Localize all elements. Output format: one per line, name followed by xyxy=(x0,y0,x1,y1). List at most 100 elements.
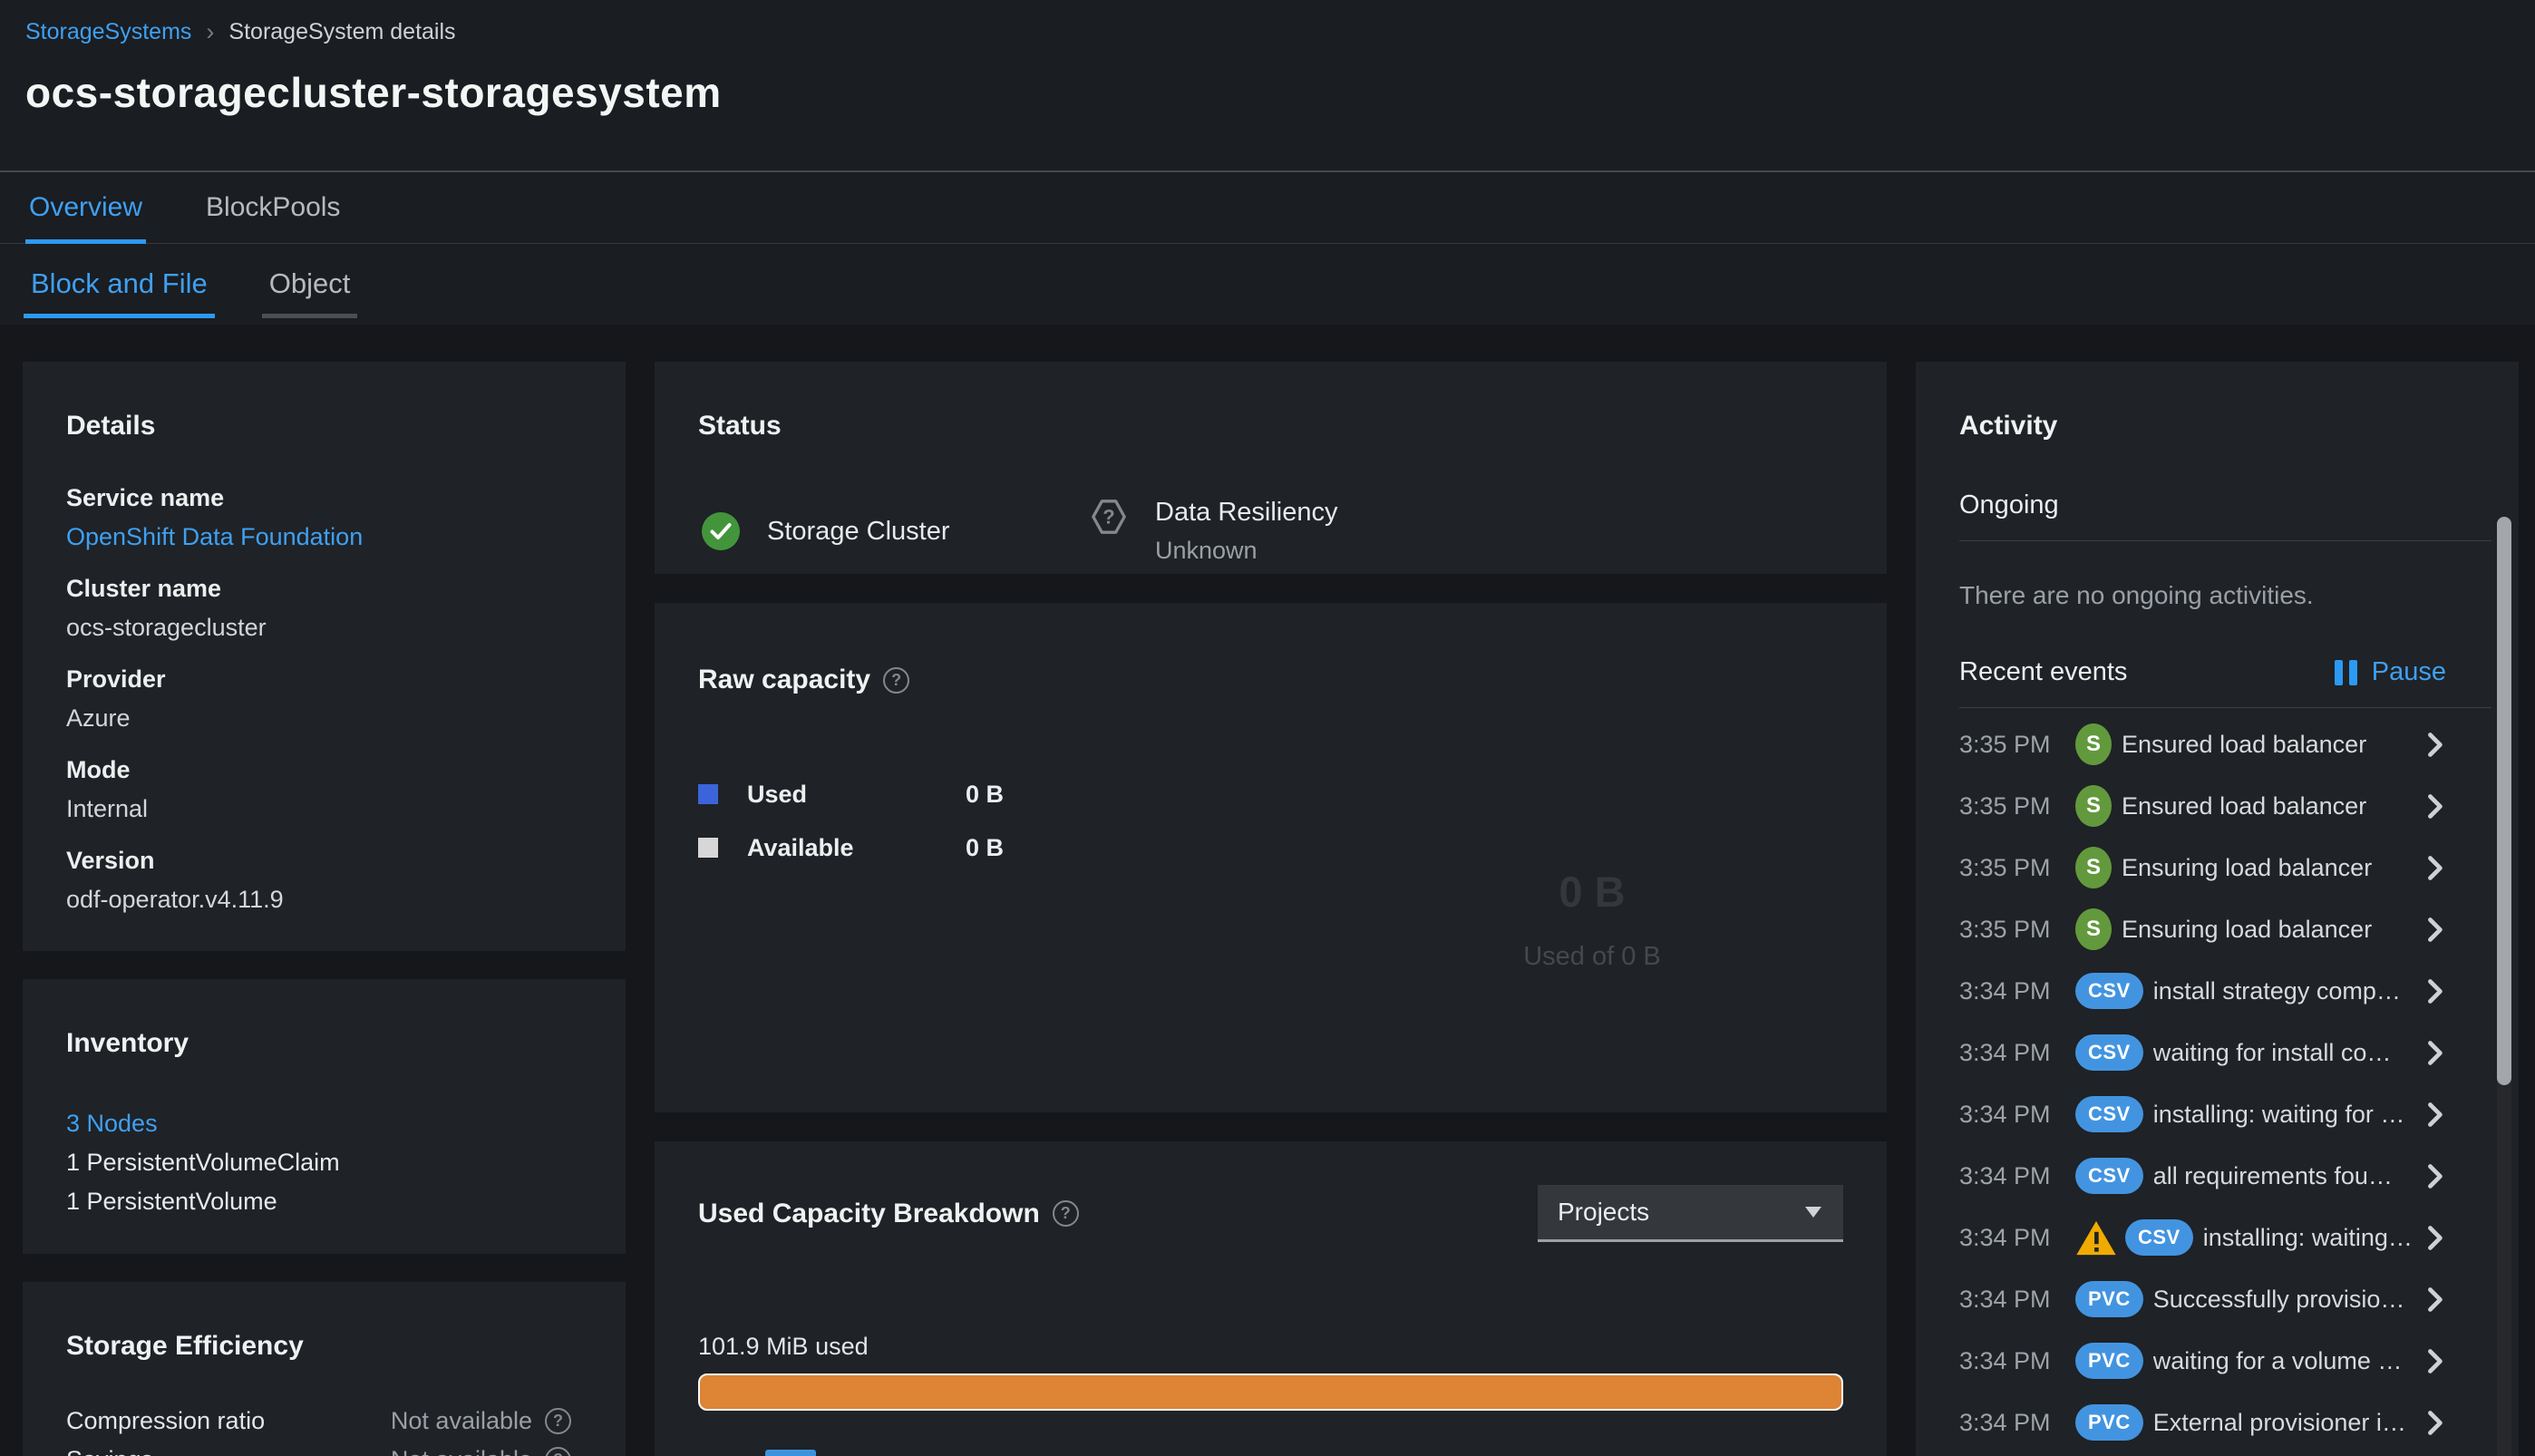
chevron-right-icon[interactable] xyxy=(2427,1286,2443,1312)
breakdown-by-dropdown[interactable]: Projects xyxy=(1538,1185,1843,1242)
used-capacity-breakdown-card: Used Capacity Breakdown ? Projects 101.9… xyxy=(655,1141,1887,1456)
event-time: 3:34 PM xyxy=(1959,1100,2051,1128)
success-check-icon xyxy=(702,512,740,550)
overview-dashboard: Details Service name OpenShift Data Foun… xyxy=(0,325,2535,1456)
tab-object[interactable]: Object xyxy=(261,267,357,324)
tab-overview[interactable]: Overview xyxy=(25,192,147,244)
event-message: Ensuring load balancer xyxy=(2122,915,2373,943)
available-label: Available xyxy=(747,834,854,861)
activity-scrollbar[interactable] xyxy=(2497,517,2511,1456)
chevron-right-icon[interactable] xyxy=(2427,732,2443,757)
inventory-nodes-link[interactable]: 3 Nodes xyxy=(66,1104,582,1143)
tab-blockpools[interactable]: BlockPools xyxy=(202,192,344,243)
help-icon[interactable]: ? xyxy=(545,1447,571,1456)
chevron-down-icon xyxy=(1805,1207,1821,1218)
event-row[interactable]: 3:34 PM CSV install strategy comp… xyxy=(1959,960,2475,1022)
storage-cluster-status: Storage Cluster xyxy=(702,498,1090,565)
help-icon[interactable]: ? xyxy=(883,666,910,694)
event-row[interactable]: 3:34 PM PVC waiting for a volume … xyxy=(1959,1330,2475,1392)
event-row[interactable]: 3:34 PM CSV installing: waiting for … xyxy=(1959,1083,2475,1145)
compression-ratio-row: Compression ratio Not available? xyxy=(66,1402,582,1441)
inventory-pvc-count: 1 PersistentVolumeClaim xyxy=(66,1149,340,1176)
chevron-right-icon[interactable] xyxy=(2427,1225,2443,1250)
activity-card-title: Activity xyxy=(1959,411,2058,441)
savings-label: Savings xyxy=(66,1446,153,1456)
service-event-icon: S xyxy=(2075,908,2112,950)
event-row[interactable]: 3:35 PM S Ensured load balancer xyxy=(1959,713,2475,775)
event-row[interactable]: 3:35 PM S Ensuring load balancer xyxy=(1959,837,2475,898)
service-event-icon: S xyxy=(2075,785,2112,827)
event-icons: S xyxy=(2075,847,2112,888)
status-card-title: Status xyxy=(698,411,782,441)
event-message: External provisioner i… xyxy=(2152,1408,2406,1436)
csv-badge: CSV xyxy=(2125,1219,2193,1256)
inventory-card: Inventory 3 Nodes 1 PersistentVolumeClai… xyxy=(23,979,626,1254)
truncated-legend-link xyxy=(765,1450,816,1456)
chevron-right-icon[interactable] xyxy=(2427,793,2443,819)
chevron-right-icon[interactable] xyxy=(2427,1102,2443,1127)
page-header: StorageSystems › StorageSystem details o… xyxy=(0,0,2535,325)
csv-badge: CSV xyxy=(2075,1034,2143,1071)
field-label: Provider xyxy=(66,665,166,693)
event-row[interactable]: 3:34 PM CSV waiting for install co… xyxy=(1959,1022,2475,1083)
event-message: waiting for install co… xyxy=(2152,1038,2392,1066)
compression-ratio-value: Not available xyxy=(390,1407,532,1434)
field-value: Internal xyxy=(66,795,149,822)
chevron-right-icon[interactable] xyxy=(2427,1163,2443,1189)
event-row[interactable]: 3:35 PM S Ensuring load balancer xyxy=(1959,898,2475,960)
event-row[interactable]: 3:35 PM S Ensured load balancer xyxy=(1959,775,2475,837)
event-row[interactable]: 3:34 PM PVC External provisioner i… xyxy=(1959,1392,2475,1453)
service-event-icon: S xyxy=(2075,723,2112,765)
event-icons: S xyxy=(2075,908,2112,950)
event-row[interactable]: 3:34 PM CSV all requirements fou… xyxy=(1959,1145,2475,1207)
pause-label: Pause xyxy=(2371,657,2446,686)
storage-efficiency-card-title: Storage Efficiency xyxy=(66,1331,304,1361)
raw-capacity-card: Raw capacity ? Used 0 B Available 0 B 0 … xyxy=(655,603,1887,1112)
field-value: ocs-storagecluster xyxy=(66,614,267,641)
raw-capacity-title: Raw capacity xyxy=(698,665,871,694)
pvc-badge: PVC xyxy=(2075,1343,2143,1379)
event-icons: S xyxy=(2075,723,2112,765)
ongoing-section-label: Ongoing xyxy=(1959,490,2059,519)
event-time: 3:34 PM xyxy=(1959,1161,2051,1189)
recent-events-label: Recent events xyxy=(1959,657,2128,686)
chevron-right-icon[interactable] xyxy=(2427,855,2443,880)
event-message: Successfully provisio… xyxy=(2152,1285,2405,1313)
breadcrumb: StorageSystems › StorageSystem details xyxy=(0,0,2535,46)
tab-block-and-file[interactable]: Block and File xyxy=(24,267,215,324)
chevron-right-icon[interactable] xyxy=(2427,1410,2443,1435)
event-icons: CSV xyxy=(2075,973,2143,1009)
data-resiliency-label: Data Resiliency xyxy=(1155,498,1338,527)
event-time: 3:34 PM xyxy=(1959,1038,2051,1066)
chevron-right-icon[interactable] xyxy=(2427,978,2443,1004)
status-card: Status Storage Cluster ? Data Resiliency… xyxy=(655,362,1887,574)
field-label: Service name xyxy=(66,484,225,511)
breadcrumb-current: StorageSystem details xyxy=(228,19,456,44)
dropdown-selected-value: Projects xyxy=(1558,1198,1650,1226)
secondary-tab-bar: Block and File Object xyxy=(0,244,2535,324)
event-row[interactable]: 3:34 PM CSV installing: waiting… xyxy=(1959,1207,2475,1268)
event-time: 3:35 PM xyxy=(1959,915,2051,943)
field-value: odf-operator.v4.11.9 xyxy=(66,886,284,913)
help-icon[interactable]: ? xyxy=(545,1408,571,1434)
pause-events-button[interactable]: Pause xyxy=(2334,657,2446,687)
help-icon[interactable]: ? xyxy=(1052,1200,1079,1227)
breadcrumb-link-storagesystems[interactable]: StorageSystems xyxy=(25,19,191,45)
chevron-right-icon[interactable] xyxy=(2427,917,2443,942)
svg-text:?: ? xyxy=(1102,506,1114,529)
event-icons: CSV xyxy=(2075,1219,2193,1257)
service-name-link[interactable]: OpenShift Data Foundation xyxy=(66,523,582,551)
data-resiliency-status: ? Data Resiliency Unknown xyxy=(1090,498,1337,565)
detail-field-version: Version odf-operator.v4.11.9 xyxy=(66,847,582,914)
event-time: 3:35 PM xyxy=(1959,791,2051,820)
data-resiliency-value: Unknown xyxy=(1155,537,1258,564)
donut-total-value: 0 B xyxy=(1559,868,1626,916)
event-time: 3:34 PM xyxy=(1959,1408,2051,1436)
capacity-breakdown-bar[interactable] xyxy=(698,1373,1843,1411)
field-label: Cluster name xyxy=(66,575,222,602)
scrollbar-thumb[interactable] xyxy=(2497,517,2511,1085)
event-row[interactable]: 3:34 PM PVC Successfully provisio… xyxy=(1959,1268,2475,1330)
chevron-right-icon[interactable] xyxy=(2427,1040,2443,1065)
field-label: Version xyxy=(66,847,155,874)
chevron-right-icon[interactable] xyxy=(2427,1348,2443,1373)
